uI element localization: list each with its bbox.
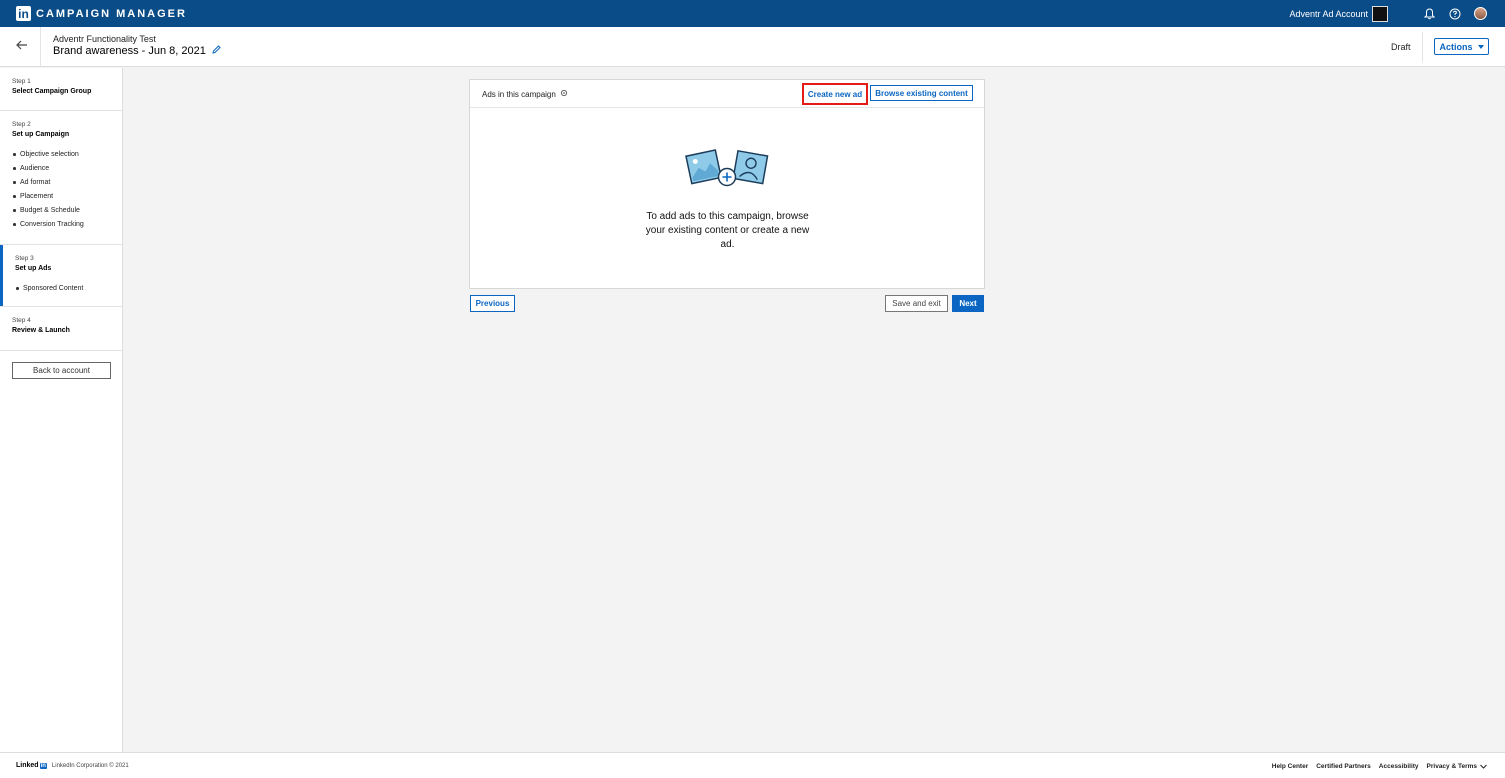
campaign-group-name: Adventr Functionality Test <box>53 34 156 44</box>
caret-down-icon <box>1477 44 1484 49</box>
steps-sidebar: Step 1 Select Campaign Group Step 2 Set … <box>0 68 123 752</box>
empty-state-message: To add ads to this campaign, browse your… <box>645 211 810 250</box>
step-number: Step 1 <box>12 78 31 85</box>
footer-links: Help Center Certified Partners Accessibi… <box>1272 753 1487 778</box>
step-review-launch[interactable]: Step 4 Review & Launch <box>0 307 122 351</box>
step-title: Select Campaign Group <box>12 88 92 95</box>
add-images-illustration-icon <box>685 147 769 196</box>
create-new-ad-button[interactable]: Create new ad <box>802 83 868 105</box>
step-item-conversion[interactable]: Conversion Tracking <box>12 217 110 231</box>
card-header: Ads in this campaign Create new ad Brows… <box>470 80 984 108</box>
step-set-up-ads[interactable]: Step 3 Set up Ads Sponsored Content <box>0 245 122 307</box>
campaign-name-row: Brand awareness - Jun 8, 2021 <box>53 45 221 57</box>
footer-link-certified-partners[interactable]: Certified Partners <box>1316 763 1371 770</box>
bell-icon[interactable] <box>1422 7 1436 21</box>
step-title: Review & Launch <box>12 327 70 334</box>
ads-card: Ads in this campaign Create new ad Brows… <box>469 79 985 289</box>
campaign-name: Brand awareness - Jun 8, 2021 <box>53 45 206 57</box>
footer-logo-text: Linked <box>16 762 39 769</box>
account-switcher[interactable]: Adventr Ad Account <box>1289 9 1368 19</box>
step-item-audience[interactable]: Audience <box>12 161 110 175</box>
step-select-campaign-group[interactable]: Step 1 Select Campaign Group <box>0 68 122 111</box>
step-number: Step 2 <box>12 121 31 128</box>
status-label: Draft <box>1391 42 1411 52</box>
footer-link-privacy-terms[interactable]: Privacy & Terms <box>1427 763 1487 770</box>
page-footer: Linked in LinkedIn Corporation © 2021 He… <box>0 752 1505 778</box>
card-title: Ads in this campaign <box>482 89 556 99</box>
linkedin-logo[interactable]: in CAMPAIGN MANAGER <box>16 6 187 21</box>
footer-logo-in: in <box>39 762 47 769</box>
campaign-header: Adventr Functionality Test Brand awarene… <box>0 27 1505 67</box>
save-and-exit-button[interactable]: Save and exit <box>885 295 948 312</box>
step-item-sponsored-content[interactable]: Sponsored Content <box>15 281 110 295</box>
divider <box>40 27 41 67</box>
step-number: Step 4 <box>12 317 31 324</box>
linkedin-logo-icon: in <box>16 6 31 21</box>
step-number: Step 3 <box>15 255 34 262</box>
step-item-budget[interactable]: Budget & Schedule <box>12 203 110 217</box>
step-set-up-campaign[interactable]: Step 2 Set up Campaign Objective selecti… <box>0 111 122 245</box>
step-title: Set up Ads <box>15 265 52 272</box>
step-item-ad-format[interactable]: Ad format <box>12 175 110 189</box>
back-arrow-icon[interactable] <box>15 38 29 52</box>
footer-link-accessibility[interactable]: Accessibility <box>1379 763 1419 770</box>
footer-linkedin-logo: Linked in <box>16 762 47 769</box>
privacy-terms-label: Privacy & Terms <box>1426 762 1477 770</box>
step-item-objective[interactable]: Objective selection <box>12 147 110 161</box>
top-nav-bar: in CAMPAIGN MANAGER Adventr Ad Account <box>0 0 1505 27</box>
copyright-text: LinkedIn Corporation © 2021 <box>51 762 129 769</box>
back-to-account-button[interactable]: Back to account <box>12 362 111 379</box>
previous-button[interactable]: Previous <box>470 295 515 312</box>
footer-link-help-center[interactable]: Help Center <box>1272 763 1308 770</box>
pencil-icon[interactable] <box>212 45 221 57</box>
step-title: Set up Campaign <box>12 131 70 138</box>
chevron-down-icon <box>1480 764 1487 769</box>
browse-existing-content-button[interactable]: Browse existing content <box>870 85 973 101</box>
step-item-placement[interactable]: Placement <box>12 189 110 203</box>
actions-label: Actions <box>1439 41 1473 52</box>
help-icon[interactable] <box>1448 7 1462 21</box>
app-title: CAMPAIGN MANAGER <box>36 7 187 20</box>
user-avatar[interactable] <box>1474 7 1487 20</box>
divider <box>1422 32 1423 62</box>
account-logo[interactable] <box>1372 5 1388 22</box>
actions-dropdown-button[interactable]: Actions <box>1434 38 1489 55</box>
next-button[interactable]: Next <box>952 295 984 312</box>
card-title-row: Ads in this campaign <box>482 89 568 99</box>
settings-gear-icon[interactable] <box>560 89 568 99</box>
